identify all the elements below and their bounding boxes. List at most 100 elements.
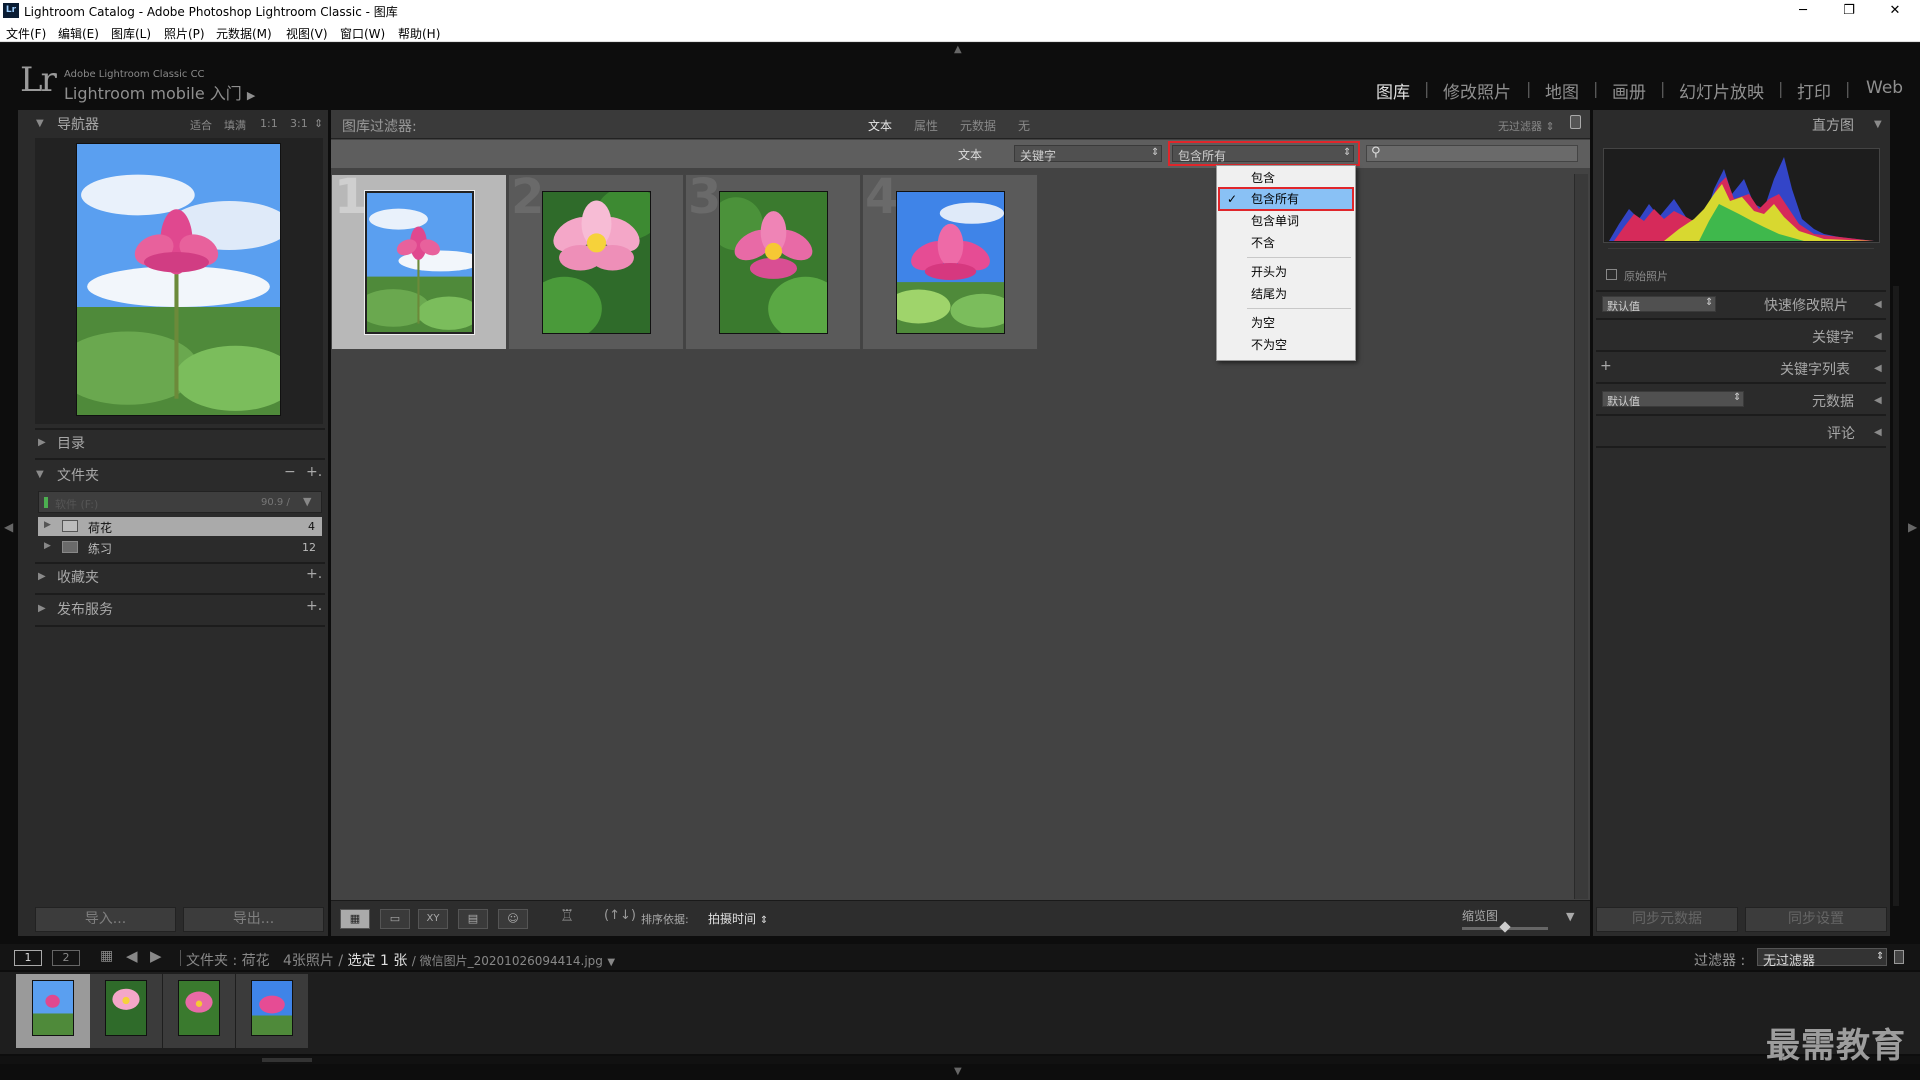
thumbnail-size-slider[interactable] (1462, 921, 1548, 933)
menu-edit[interactable]: 编辑(E) (58, 25, 99, 42)
filmstrip-thumbnail[interactable] (32, 980, 74, 1036)
zoom-fit[interactable]: 适合 (190, 117, 212, 133)
filmstrip-thumbnail[interactable] (251, 980, 293, 1036)
primary-window-button[interactable]: 1 (14, 950, 42, 966)
grid-scrollbar[interactable] (1574, 174, 1588, 899)
menu-file[interactable]: 文件(F) (6, 25, 46, 42)
photo-thumbnail[interactable] (364, 190, 475, 335)
zoom-3-1[interactable]: 3:1 (290, 117, 308, 130)
photo-thumbnail[interactable] (896, 191, 1005, 334)
sync-settings-button[interactable]: 同步设置 (1745, 907, 1887, 932)
metadata-title[interactable]: 元数据 (1812, 391, 1854, 411)
grid-icon[interactable]: ▦ (100, 948, 113, 964)
add-collection-button[interactable]: +. (306, 566, 322, 582)
original-photo-checkbox[interactable] (1606, 269, 1617, 280)
menu-window[interactable]: 窗口(W) (340, 25, 385, 42)
rule-option-is-empty[interactable]: 为空 (1217, 313, 1355, 333)
module-map[interactable]: 地图 (1545, 78, 1579, 103)
add-keyword-button[interactable]: + (1600, 358, 1612, 374)
minimize-button[interactable]: ─ (1780, 0, 1826, 22)
grid-view-icon[interactable]: ▦ (340, 909, 370, 929)
comments-title[interactable]: 评论 (1827, 423, 1855, 443)
zoom-fill[interactable]: 填满 (224, 117, 246, 133)
filmstrip-cell[interactable] (163, 974, 235, 1048)
collections-title[interactable]: 收藏夹 (57, 567, 99, 587)
collapse-left-icon[interactable]: ◀ (4, 520, 13, 534)
folder-item-practice[interactable]: ▶ 练习 12 (38, 538, 322, 557)
histogram-collapse-icon[interactable]: ▼ (1874, 119, 1882, 130)
grid-cell[interactable]: 2 (508, 169, 684, 350)
back-arrow-icon[interactable]: ◀ (126, 947, 138, 965)
comments-expand-icon[interactable]: ◀ (1874, 427, 1882, 438)
publish-title[interactable]: 发布服务 (57, 599, 113, 619)
rule-option-is-not-empty[interactable]: 不为空 (1217, 335, 1355, 355)
lock-icon[interactable] (1570, 115, 1581, 129)
publish-expand-icon[interactable]: ▶ (38, 603, 46, 614)
search-input[interactable]: ⚲ (1366, 145, 1578, 162)
filmstrip-scrollbar[interactable] (0, 1056, 1920, 1064)
filmstrip-cell[interactable] (236, 974, 308, 1048)
folders-title[interactable]: 文件夹 (57, 465, 99, 485)
filmstrip-cell[interactable] (16, 974, 90, 1048)
grid-cell[interactable]: 3 (685, 169, 861, 350)
import-button[interactable]: 导入... (35, 907, 176, 932)
rule-option-does-not-contain[interactable]: 不含 (1217, 233, 1355, 253)
sort-direction-icon[interactable]: (↑↓) (604, 908, 636, 923)
menu-library[interactable]: 图库(L) (111, 25, 151, 42)
filter-tab-none[interactable]: 无 (1018, 117, 1030, 134)
histogram-title[interactable]: 直方图 (1812, 115, 1854, 135)
catalog-title[interactable]: 目录 (57, 433, 85, 453)
people-view-icon[interactable]: ☺ (498, 909, 528, 929)
filmstrip-thumbnail[interactable] (178, 980, 220, 1036)
module-develop[interactable]: 修改照片 (1443, 78, 1511, 103)
loupe-view-icon[interactable]: ▭ (380, 909, 410, 929)
zoom-more-icon[interactable]: ⇕ (314, 117, 323, 130)
module-book[interactable]: 画册 (1612, 78, 1646, 103)
module-print[interactable]: 打印 (1797, 78, 1831, 103)
export-button[interactable]: 导出... (183, 907, 324, 932)
sync-metadata-button[interactable]: 同步元数据 (1596, 907, 1738, 932)
filter-preset[interactable]: 无过滤器 ⇕ (1498, 118, 1555, 134)
keyword-list-title[interactable]: 关键字列表 (1780, 359, 1850, 379)
grid-cell[interactable]: 1 (331, 169, 507, 350)
folder-expand-icon[interactable]: ▶ (44, 520, 51, 530)
add-publish-button[interactable]: +. (306, 598, 322, 614)
menu-view[interactable]: 视图(V) (286, 25, 328, 42)
navigator-collapse-icon[interactable]: ▼ (36, 118, 44, 129)
collapse-right-icon[interactable]: ▶ (1908, 520, 1917, 534)
filter-lock-icon[interactable] (1894, 950, 1904, 964)
keywording-title[interactable]: 关键字 (1812, 327, 1854, 347)
quick-develop-title[interactable]: 快速修改照片 (1764, 295, 1848, 315)
field-select[interactable]: 关键字 ⇕ (1014, 145, 1162, 163)
breadcrumb[interactable]: 文件夹 : 荷花 4张照片 / 选定 1 张 / 微信图片_2020102609… (186, 950, 615, 970)
folder-expand-icon[interactable]: ▶ (44, 541, 51, 551)
keyword-list-expand-icon[interactable]: ◀ (1874, 363, 1882, 374)
grid-cell[interactable]: 4 (862, 169, 1038, 350)
right-panel-scrollbar[interactable] (1893, 286, 1899, 906)
volume-bar[interactable]: 软件 (F:) 90.9 / ▼ (38, 491, 322, 513)
collapse-top-icon[interactable]: ▲ (954, 44, 962, 55)
filter-tab-attribute[interactable]: 属性 (914, 117, 938, 134)
rule-select[interactable]: 包含所有 ⇕ (1172, 145, 1354, 163)
menu-help[interactable]: 帮助(H) (398, 25, 440, 42)
filter-tab-text[interactable]: 文本 (868, 117, 892, 134)
maximize-button[interactable]: ❐ (1826, 0, 1872, 22)
module-library[interactable]: 图库 (1376, 78, 1410, 103)
painter-icon[interactable]: ♖ (560, 906, 574, 925)
remove-folder-button[interactable]: − (284, 464, 296, 480)
quick-develop-expand-icon[interactable]: ◀ (1874, 299, 1882, 310)
filmstrip-filter-select[interactable]: 无过滤器 ⇕ (1757, 948, 1887, 969)
photo-thumbnail[interactable] (719, 191, 828, 334)
menu-photo[interactable]: 照片(P) (164, 25, 205, 42)
catalog-expand-icon[interactable]: ▶ (38, 437, 46, 448)
quick-develop-preset-select[interactable]: 默认值 ⇕ (1602, 296, 1716, 313)
photo-thumbnail[interactable] (542, 191, 651, 334)
rule-option-contains[interactable]: 包含 (1217, 168, 1355, 188)
folder-item-lotus[interactable]: ▶ 荷花 4 (38, 517, 322, 536)
filter-tab-metadata[interactable]: 元数据 (960, 117, 996, 134)
add-folder-button[interactable]: +. (306, 464, 322, 480)
menu-metadata[interactable]: 元数据(M) (216, 25, 272, 42)
zoom-1-1[interactable]: 1:1 (260, 117, 278, 130)
scrollbar-thumb[interactable] (262, 1058, 312, 1062)
collections-expand-icon[interactable]: ▶ (38, 571, 46, 582)
